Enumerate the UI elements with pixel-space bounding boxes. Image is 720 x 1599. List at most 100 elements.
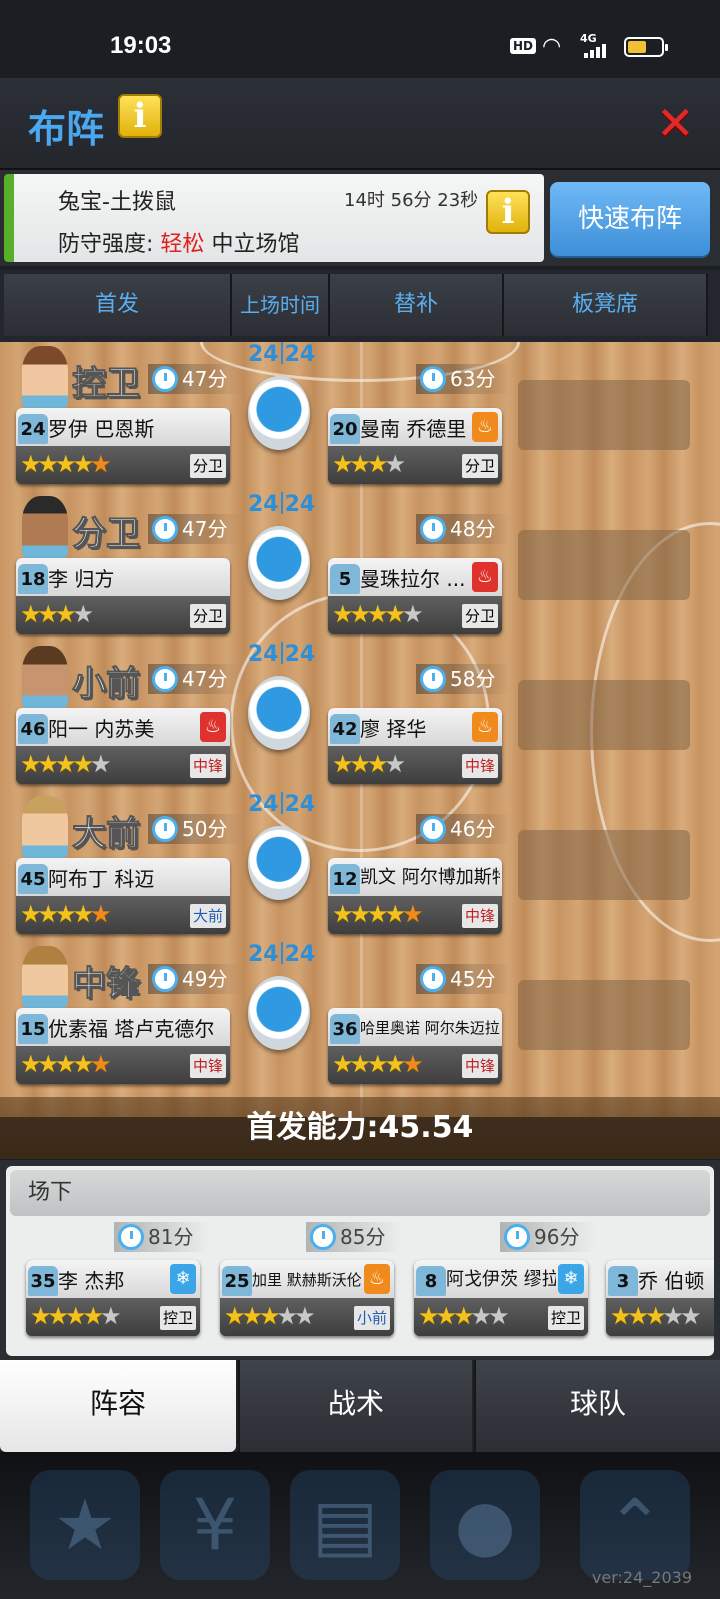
bench-player-card[interactable]: 3乔 伯顿 ★★★★★ [606, 1260, 714, 1336]
clock-icon [420, 366, 446, 392]
minutes-value: 46分 [450, 817, 496, 841]
jersey-number: 8 [416, 1266, 446, 1296]
starter-card[interactable]: 46 阳一 内苏美 ♨ ★★★★★ 中锋 [16, 708, 230, 784]
bench-slot[interactable] [518, 530, 690, 600]
fire-icon: ♨ [364, 1264, 390, 1294]
jersey-number: 36 [330, 1014, 360, 1044]
minutes-value: 49分 [182, 967, 228, 991]
player-name: 李 归方 [48, 567, 115, 591]
position-row: 中锋 49分 45分 15 优素福 塔卢克德尔 ★★★★★ 中锋 24 24 36 哈里… [0, 942, 720, 1096]
sub-card[interactable]: 36 哈里奥诺 阿尔朱迈拉伊 ★★★★★ 中锋 [328, 1008, 502, 1084]
score-right: 24 [284, 792, 316, 817]
star-rating: ★★★★★ [332, 900, 423, 928]
score-right: 24 [284, 942, 316, 967]
match-info-icon[interactable]: i [486, 190, 530, 234]
score-left: 24 [248, 792, 279, 817]
star-rating: ★★★★★ [332, 1050, 423, 1078]
tab-team[interactable]: 球队 [474, 1360, 720, 1452]
bench-minutes: 85分 [306, 1222, 402, 1252]
bench-slot[interactable] [518, 980, 690, 1050]
rotation-score: 24 24 [248, 492, 315, 517]
starter-card[interactable]: 15 优素福 塔卢克德尔 ★★★★★ 中锋 [16, 1008, 230, 1084]
sub-card[interactable]: 42 廖 择华 ♨ ★★★★ 中锋 [328, 708, 502, 784]
role-badge: 控卫 [547, 1306, 584, 1330]
bench-slot[interactable] [518, 680, 690, 750]
clock-icon [310, 1224, 336, 1250]
upgrade-icon[interactable]: ⌃ [580, 1470, 690, 1580]
tab-lineup[interactable]: 阵容 [0, 1360, 236, 1452]
bench-minutes: 96分 [500, 1222, 596, 1252]
swap-button[interactable] [248, 826, 310, 900]
minutes-value: 45分 [450, 967, 496, 991]
player-name: 阿布丁 科迈 [48, 867, 155, 891]
role-badge: 控卫 [159, 1306, 196, 1330]
match-info: 兔宝-土拨鼠 14时 56分 23秒 防守强度: 轻松 中立场馆 i 快速布阵 [0, 170, 720, 266]
tab-bench[interactable]: 板凳席 [504, 274, 708, 336]
chat-icon[interactable]: ● [430, 1470, 540, 1580]
role-badge: 分卫 [189, 454, 226, 478]
bench-player-card[interactable]: 35 李 杰邦 ❄ ★★★★★ 控卫 [26, 1260, 200, 1336]
bench-slot[interactable] [518, 380, 690, 450]
difficulty-value: 轻松 [160, 232, 205, 257]
starter-card[interactable]: 18 李 归方 ★★★★ 分卫 [16, 558, 230, 634]
position-row: 控卫 47分 63分 24 罗伊 巴恩斯 ★★★★★ 分卫 24 24 20 曼南 乔德… [0, 342, 720, 496]
tab-tactics[interactable]: 战术 [238, 1360, 472, 1452]
hot-streak-icon: ♨ [472, 562, 498, 592]
sub-minutes: 58分 [416, 664, 512, 694]
star-rating: ★★★★ [332, 450, 406, 478]
jersey-number: 24 [18, 414, 48, 444]
info-icon[interactable]: i [118, 94, 162, 138]
jersey-number: 42 [330, 714, 360, 744]
fire-icon: ♨ [472, 412, 498, 442]
starter-card[interactable]: 45 阿布丁 科迈 ★★★★★ 大前 [16, 858, 230, 934]
starter-card[interactable]: 24 罗伊 巴恩斯 ★★★★★ 分卫 [16, 408, 230, 484]
quick-lineup-button[interactable]: 快速布阵 [550, 182, 710, 256]
tab-playing-time[interactable]: 上场时间 [232, 274, 330, 336]
jersey-number: 35 [28, 1266, 58, 1296]
swap-button[interactable] [248, 526, 310, 600]
player-name: 加里 默赫斯沃伦 [252, 1271, 362, 1289]
jersey-number: 18 [18, 564, 48, 594]
jersey-number: 45 [18, 864, 48, 894]
yen-icon[interactable]: ¥ [160, 1470, 270, 1580]
star-rating: ★★★★★ [30, 1302, 121, 1330]
bench-player-card[interactable]: 8 阿戈伊茨 缪拉 ❄ ★★★★★ 控卫 [414, 1260, 588, 1336]
sub-card[interactable]: 12 凯文 阿尔博加斯特 ★★★★★ 中锋 [328, 858, 502, 934]
role-badge: 小前 [353, 1306, 390, 1330]
position-label: 控卫 [72, 364, 141, 405]
swap-button[interactable] [248, 376, 310, 450]
clock-icon [152, 666, 178, 692]
bench-player-card[interactable]: 25 加里 默赫斯沃伦 ♨ ★★★★★ 小前 [220, 1260, 394, 1336]
clock-icon [420, 966, 446, 992]
rotation-score: 24 24 [248, 942, 315, 967]
minutes-value: 85分 [340, 1225, 386, 1249]
score-right: 24 [284, 642, 316, 667]
court-icon[interactable]: ▤ [290, 1470, 400, 1580]
position-label: 分卫 [72, 514, 141, 555]
avatar [22, 496, 68, 558]
minutes-value: 58分 [450, 667, 496, 691]
bench-slot[interactable] [518, 830, 690, 900]
close-icon[interactable]: ✕ [656, 100, 695, 146]
sub-minutes: 63分 [416, 364, 512, 394]
star-rating: ★★★★★ [20, 900, 111, 928]
star-icon[interactable]: ★ [30, 1470, 140, 1580]
swap-button[interactable] [248, 676, 310, 750]
tab-starters[interactable]: 首发 [4, 274, 232, 336]
swap-button[interactable] [248, 976, 310, 1050]
star-rating: ★★★★ [332, 750, 406, 778]
avatar [22, 946, 68, 1008]
sub-card[interactable]: 20 曼南 乔德里 ♨ ★★★★ 分卫 [328, 408, 502, 484]
venue: 中立场馆 [211, 232, 300, 257]
score-right: 24 [284, 342, 316, 367]
hot-streak-icon: ♨ [200, 712, 226, 742]
avatar [22, 796, 68, 858]
sub-card[interactable]: 5 曼珠拉尔 ... ♨ ★★★★★ 分卫 [328, 558, 502, 634]
clock-icon [504, 1224, 530, 1250]
starter-minutes: 47分 [148, 364, 244, 394]
clock-icon [420, 816, 446, 842]
hd-icon: HD [510, 38, 537, 54]
jersey-number: 12 [330, 864, 360, 894]
minutes-value: 96分 [534, 1225, 580, 1249]
tab-substitutes[interactable]: 替补 [330, 274, 504, 336]
